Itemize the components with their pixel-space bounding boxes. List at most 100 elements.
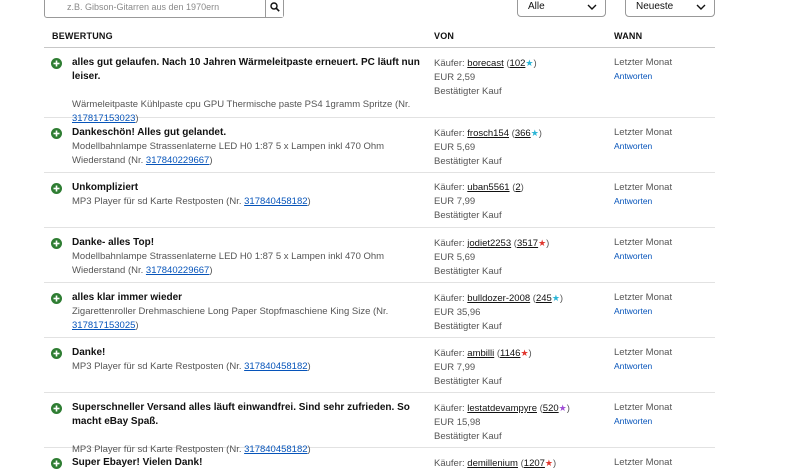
time-label: Letzter Monat: [614, 237, 673, 248]
buyer-label: Käufer:: [434, 58, 468, 69]
buyer-label: Käufer:: [434, 238, 468, 249]
buyer-name-link[interactable]: frosch154: [467, 128, 509, 139]
reply-link[interactable]: Antworten: [614, 305, 714, 318]
buyer-label: Käufer:: [434, 182, 468, 193]
buyer-name-link[interactable]: uban5561: [467, 182, 509, 193]
filter-selected-label: Alle: [528, 1, 545, 12]
table-row: Superschneller Versand alles läuft einwa…: [44, 393, 715, 455]
feedback-score-link[interactable]: 102: [510, 58, 526, 69]
feedback-comment: Superschneller Versand alles läuft einwa…: [72, 402, 410, 427]
feedback-score-link[interactable]: 1207: [524, 458, 545, 469]
purchase-status: Bestätigter Kauf: [434, 156, 502, 167]
buyer-info: Käufer: borecast (102★) EUR 2,59 Bestätigt…: [434, 56, 609, 99]
filter-dropdown[interactable]: Alle: [517, 0, 606, 17]
buyer-info: Käufer: bulldozer-2008 (245★) EUR 35,96 Be…: [434, 291, 609, 334]
table-row: alles klar immer wieder Zigarettenroller …: [44, 283, 715, 338]
buyer-info: Käufer: ambilli (1146★) EUR 7,99 Bestätigt…: [434, 346, 609, 389]
item-description: Modellbahnlampe Strassenlaterne LED H0 1…: [72, 250, 427, 278]
chevron-down-icon: [587, 4, 597, 10]
price: EUR 7,99: [434, 362, 476, 373]
search-input[interactable]: [45, 0, 265, 17]
price: EUR 35,96: [434, 307, 481, 318]
time-label: Letzter Monat: [614, 347, 673, 358]
table-row: Unkompliziert MP3 Player für sd Karte Res…: [44, 173, 715, 228]
item-number-close: ): [307, 196, 311, 207]
table-row: Dankeschön! Alles gut gelandet. Modellbah…: [44, 118, 715, 173]
reply-link[interactable]: Antworten: [614, 360, 714, 373]
purchase-status: Bestätigter Kauf: [434, 86, 502, 97]
buyer-label: Käufer:: [434, 403, 468, 414]
feedback-time: Letzter Monat Antworten: [614, 346, 714, 373]
time-label: Letzter Monat: [614, 127, 673, 138]
table-row: Danke! MP3 Player für sd Karte Restposten…: [44, 338, 715, 393]
feedback-star-icon: ★: [530, 128, 539, 138]
feedback-comment: Unkompliziert: [72, 182, 139, 193]
purchase-status: Bestätigter Kauf: [434, 210, 502, 221]
positive-rating-icon: [51, 238, 62, 249]
positive-rating-icon: [51, 403, 62, 414]
reply-link[interactable]: Antworten: [614, 250, 714, 263]
buyer-name-link[interactable]: ambilli: [467, 348, 494, 359]
reply-link[interactable]: Antworten: [614, 415, 714, 428]
feedback-score-link[interactable]: 1146: [500, 348, 520, 359]
chevron-down-icon: [696, 4, 706, 10]
score-close: ): [538, 128, 542, 139]
buyer-info: Käufer: frosch154 (366★) EUR 5,69 Bestätig…: [434, 126, 609, 169]
buyer-info: Käufer: jodiet2253 (3517★) EUR 5,69 Bestät…: [434, 236, 609, 279]
buyer-name-link[interactable]: demillenium: [467, 458, 518, 469]
item-number-close: ): [209, 265, 213, 276]
item-title: Zigarettenroller Drehmaschiene Long Pape…: [72, 306, 389, 317]
feedback-score-link[interactable]: 366: [515, 128, 531, 139]
feedback-star-icon: ★: [538, 238, 547, 248]
feedback-score-link[interactable]: 245: [536, 293, 552, 304]
time-label: Letzter Monat: [614, 182, 673, 193]
item-number-link[interactable]: 317840458182: [244, 361, 307, 372]
feedback-comment: Danke- alles Top!: [72, 237, 155, 248]
feedback-time: Letzter Monat Antworten: [614, 181, 714, 208]
sort-selected-label: Neueste: [636, 1, 674, 12]
purchase-status: Bestätigter Kauf: [434, 431, 502, 442]
buyer-label: Käufer:: [434, 348, 468, 359]
item-title: Wärmeleitpaste Kühlpaste cpu GPU Thermis…: [72, 99, 411, 110]
item-number-link[interactable]: 317840229667: [146, 265, 209, 276]
feedback-comment: Super Ebayer! Vielen Dank!: [72, 457, 203, 468]
purchase-status: Bestätigter Kauf: [434, 321, 502, 332]
time-label: Letzter Monat: [614, 57, 673, 68]
positive-rating-icon: [51, 458, 62, 469]
score-close: ): [553, 458, 557, 469]
search-button[interactable]: [265, 0, 283, 17]
price: EUR 15,98: [434, 417, 481, 428]
column-header-from: VON: [434, 31, 455, 41]
item-description: MP3 Player für sd Karte Restposten (Nr. …: [72, 195, 427, 209]
item-title: MP3 Player für sd Karte Restposten (Nr.: [72, 361, 245, 372]
feedback-star-icon: ★: [544, 458, 553, 468]
sort-dropdown[interactable]: Neueste: [625, 0, 715, 17]
feedback-star-icon: ★: [520, 348, 529, 358]
item-number-link[interactable]: 317817153025: [72, 320, 135, 331]
feedback-time: Letzter Monat: [614, 456, 714, 470]
table-row: Danke- alles Top! Modellbahnlampe Strasse…: [44, 228, 715, 283]
buyer-name-link[interactable]: borecast: [467, 58, 503, 69]
reply-link[interactable]: Antworten: [614, 70, 714, 83]
feedback-time: Letzter Monat Antworten: [614, 56, 714, 83]
buyer-name-link[interactable]: lestatdevampyre: [467, 403, 537, 414]
buyer-name-link[interactable]: jodiet2253: [467, 238, 511, 249]
score-close: ): [528, 348, 532, 359]
feedback-comment: alles klar immer wieder: [72, 292, 183, 303]
feedback-score-link[interactable]: 3517: [517, 238, 538, 249]
feedback-time: Letzter Monat Antworten: [614, 401, 714, 428]
reply-link[interactable]: Antworten: [614, 195, 714, 208]
purchase-status: Bestätigter Kauf: [434, 376, 502, 387]
buyer-name-link[interactable]: bulldozer-2008: [467, 293, 530, 304]
positive-rating-icon: [51, 128, 62, 139]
item-number-link[interactable]: 317840458182: [244, 196, 307, 207]
score-close: ): [559, 293, 564, 304]
buyer-label: Käufer:: [434, 128, 468, 139]
score-close: ): [546, 238, 550, 249]
price: EUR 5,69: [434, 252, 476, 263]
reply-link[interactable]: Antworten: [614, 140, 714, 153]
item-number-link[interactable]: 317840229667: [146, 155, 209, 166]
feedback-comment: Dankeschön! Alles gut gelandet.: [72, 127, 227, 138]
feedback-score-link[interactable]: 520: [543, 403, 559, 414]
table-header: BEWERTUNG VON WANN: [44, 28, 715, 48]
